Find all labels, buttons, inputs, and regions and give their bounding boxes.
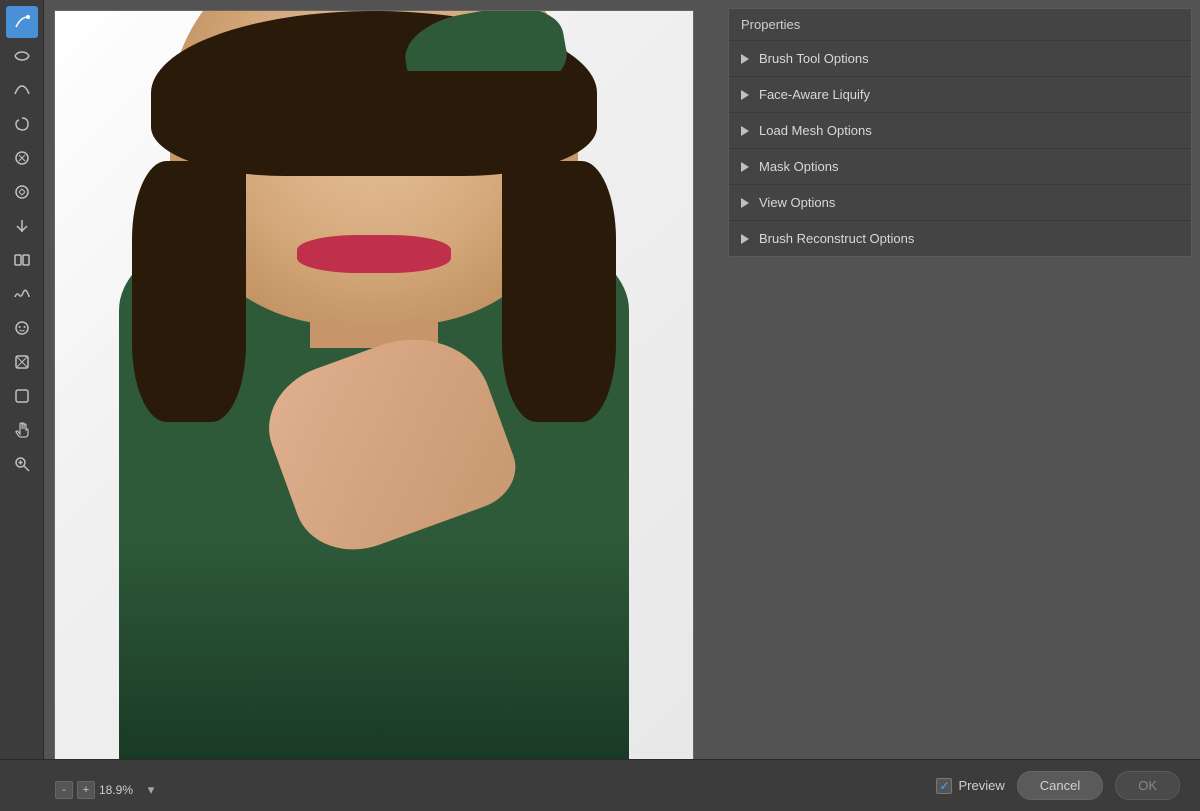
brush-reconstruct-options-item[interactable]: Brush Reconstruct Options	[729, 221, 1191, 256]
photo-canvas[interactable]	[55, 11, 693, 759]
bloat-tool[interactable]	[6, 176, 38, 208]
zoom-in-button[interactable]: +	[77, 781, 95, 799]
load-mesh-options-arrow	[741, 126, 749, 136]
right-panel: Properties Brush Tool Options Face-Aware…	[720, 0, 1200, 759]
preview-checkbox-wrapper[interactable]: Preview	[936, 778, 1004, 794]
zoom-controls: - + 18.9% ▾	[55, 781, 159, 799]
view-options-item[interactable]: View Options	[729, 185, 1191, 221]
hand-tool[interactable]	[6, 414, 38, 446]
view-options-label: View Options	[759, 195, 835, 210]
canvas-wrapper	[54, 10, 694, 759]
face-tool[interactable]	[6, 312, 38, 344]
zoom-dropdown-button[interactable]: ▾	[143, 782, 159, 798]
turbulence-tool[interactable]	[6, 278, 38, 310]
main-area: Properties Brush Tool Options Face-Aware…	[0, 0, 1200, 759]
zoom-tool[interactable]	[6, 448, 38, 480]
forward-warp-tool[interactable]	[6, 6, 38, 38]
brush-tool-options-arrow	[741, 54, 749, 64]
canvas-area	[44, 0, 720, 759]
cancel-button[interactable]: Cancel	[1017, 771, 1103, 800]
face-aware-liquify-arrow	[741, 90, 749, 100]
brush-reconstruct-options-label: Brush Reconstruct Options	[759, 231, 914, 246]
brush-tool-options-item[interactable]: Brush Tool Options	[729, 41, 1191, 77]
freeze-mask-tool[interactable]	[6, 346, 38, 378]
mask-options-label: Mask Options	[759, 159, 838, 174]
brush-tool-options-label: Brush Tool Options	[759, 51, 869, 66]
preview-checkbox[interactable]	[936, 778, 952, 794]
view-options-arrow	[741, 198, 749, 208]
twirl-tool[interactable]	[6, 108, 38, 140]
push-left-tool[interactable]	[6, 210, 38, 242]
ok-button[interactable]: OK	[1115, 771, 1180, 800]
smooth-tool[interactable]	[6, 74, 38, 106]
bottom-bar: - + 18.9% ▾ Preview Cancel OK	[0, 759, 1200, 811]
zoom-out-button[interactable]: -	[55, 781, 73, 799]
thaw-mask-tool[interactable]	[6, 380, 38, 412]
face-aware-liquify-label: Face-Aware Liquify	[759, 87, 870, 102]
load-mesh-options-item[interactable]: Load Mesh Options	[729, 113, 1191, 149]
zoom-value: 18.9%	[99, 783, 139, 797]
toolbar	[0, 0, 44, 759]
brush-reconstruct-options-arrow	[741, 234, 749, 244]
mask-options-item[interactable]: Mask Options	[729, 149, 1191, 185]
preview-label: Preview	[958, 778, 1004, 793]
preview-area: Preview	[936, 778, 1004, 794]
reconstruct-tool[interactable]	[6, 40, 38, 72]
face-aware-liquify-item[interactable]: Face-Aware Liquify	[729, 77, 1191, 113]
mirror-tool[interactable]	[6, 244, 38, 276]
load-mesh-options-label: Load Mesh Options	[759, 123, 872, 138]
properties-panel: Properties Brush Tool Options Face-Aware…	[728, 8, 1192, 257]
pucker-tool[interactable]	[6, 142, 38, 174]
mask-options-arrow	[741, 162, 749, 172]
properties-title: Properties	[729, 9, 1191, 41]
